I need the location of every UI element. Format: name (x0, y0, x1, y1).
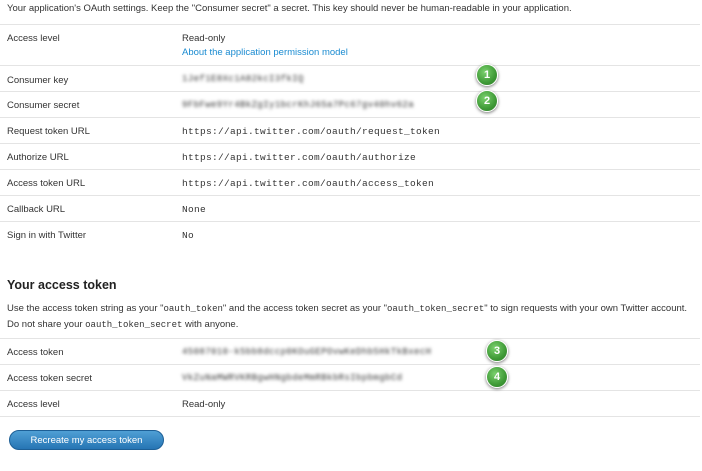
access-token-description: Use the access token string as your "oau… (7, 303, 688, 330)
access-row-access-token: Access token 45087010-k5bb8dccp0KOuGEPOv… (0, 339, 700, 365)
settings-value: Read-only (182, 33, 226, 44)
access-row-access-token-secret: Access token secret VkZuNaMWRVKRBgwHNgbd… (0, 365, 700, 391)
settings-label: Callback URL (7, 204, 66, 215)
callout-badge-2: 2 (476, 90, 498, 112)
callout-badge-3: 3 (486, 340, 508, 362)
settings-label: Access token URL (7, 178, 86, 189)
settings-row-callback-url: Callback URL None (0, 196, 700, 222)
consumer-secret-value: 9FbFwe9Yr4BkZgIy1bcrKhJ65a7Pc67gv40hv62a (182, 100, 415, 110)
callback-url-value: None (182, 204, 207, 215)
access-token-table: Access token 45087010-k5bb8dccp0KOuGEPOv… (0, 338, 700, 417)
settings-label: Access level (7, 33, 60, 44)
authorize-url-value: https://api.twitter.com/oauth/authorize (182, 152, 417, 163)
settings-row-consumer-secret: Consumer secret 9FbFwe9Yr4BkZgIy1bcrKhJ6… (0, 90, 700, 118)
access-token-url-value: https://api.twitter.com/oauth/access_tok… (182, 178, 435, 189)
settings-label: Authorize URL (7, 152, 69, 163)
permission-model-link[interactable]: About the application permission model (182, 47, 348, 58)
access-token-heading: Your access token (7, 278, 117, 292)
settings-label: Request token URL (7, 126, 90, 137)
settings-label: Sign in with Twitter (7, 230, 87, 241)
callout-badge-1: 1 (476, 64, 498, 86)
consumer-key-value: 1Jef1E8Xc1A82kcI3fkIQ (182, 74, 304, 84)
access-label: Access token secret (7, 373, 93, 384)
sign-in-with-twitter-value: No (182, 230, 195, 241)
settings-row-authorize-url: Authorize URL https://api.twitter.com/oa… (0, 144, 700, 170)
callout-badge-4: 4 (486, 366, 508, 388)
access-label: Access token (7, 347, 64, 358)
settings-row-request-token-url: Request token URL https://api.twitter.co… (0, 118, 700, 144)
oauth-settings-intro: Your application's OAuth settings. Keep … (7, 3, 572, 14)
access-token-value: 45087010-k5bb8dccp0KOuGEPOvwKeDhb5HkTkBx… (182, 347, 432, 357)
access-row-access-level: Access level Read-only (0, 391, 700, 417)
settings-label: Consumer key (7, 75, 69, 86)
settings-row-access-token-url: Access token URL https://api.twitter.com… (0, 170, 700, 196)
recreate-access-token-button[interactable]: Recreate my access token (9, 430, 164, 450)
oauth-settings-table: Access level Read-only About the applica… (0, 24, 700, 248)
settings-row-sign-in-with-twitter: Sign in with Twitter No (0, 222, 700, 248)
access-level-value: Read-only (182, 399, 226, 410)
request-token-url-value: https://api.twitter.com/oauth/request_to… (182, 126, 441, 137)
access-token-secret-value: VkZuNaMWRVKRBgwHNgbdeMmRBkbRsIbpbmgbCd (182, 373, 403, 383)
settings-row-consumer-key: Consumer key 1Jef1E8Xc1A82kcI3fkIQ 1 (0, 64, 700, 92)
access-label: Access level (7, 399, 60, 410)
settings-row-access-level: Access level Read-only About the applica… (0, 25, 700, 66)
settings-label: Consumer secret (7, 100, 80, 111)
